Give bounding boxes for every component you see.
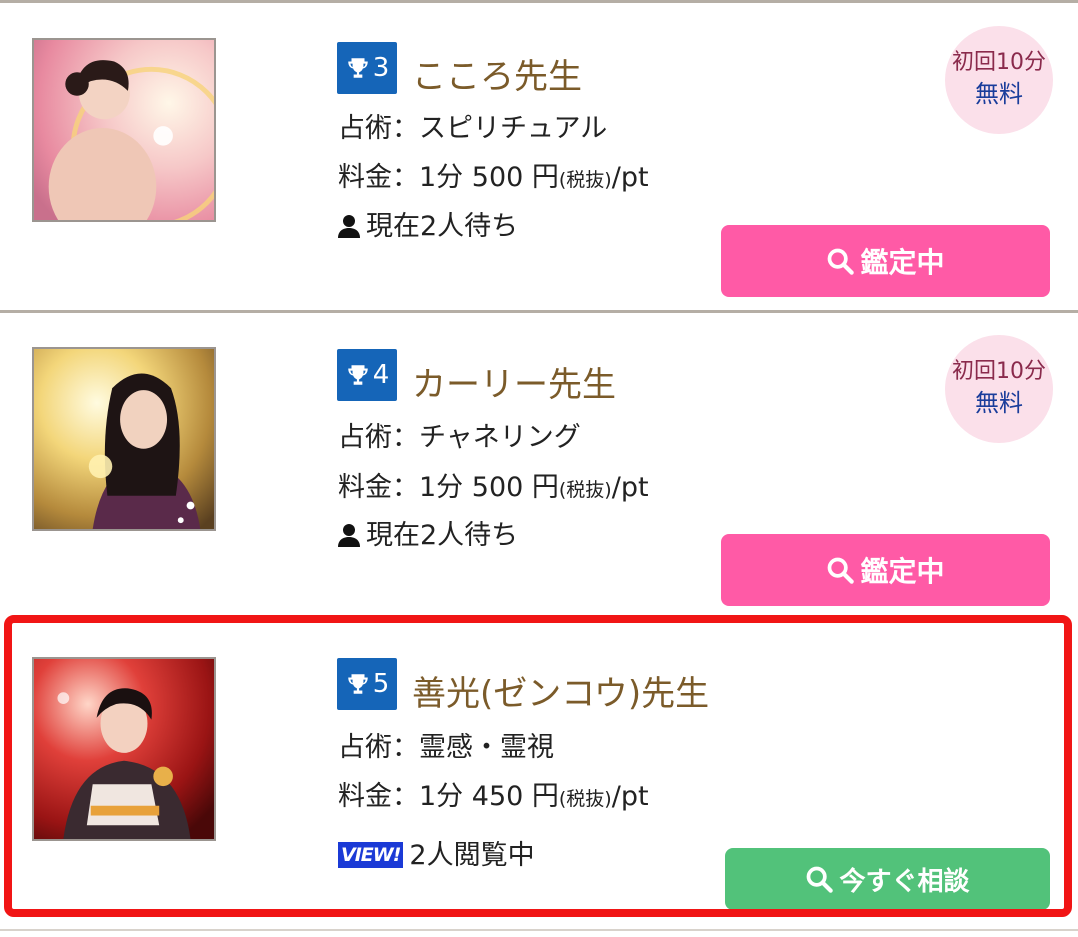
rank-number: 4	[372, 360, 390, 390]
highlight-outline	[4, 615, 1072, 917]
free-trial-duration: 初回10分	[952, 359, 1046, 384]
waiting-status: 現在2人待ち	[338, 513, 518, 552]
teller-name[interactable]: カーリー先生	[412, 357, 616, 406]
teller-photo[interactable]	[32, 38, 216, 222]
teller-name[interactable]: こころ先生	[412, 49, 582, 98]
fee-tax-note: (税抜)	[558, 479, 612, 501]
fee-info: 料金：1分 500 円(税抜)/pt	[338, 465, 649, 504]
teller-photo[interactable]	[32, 347, 216, 531]
in-session-button[interactable]: 鑑定中	[721, 225, 1050, 297]
in-session-button[interactable]: 鑑定中	[721, 534, 1050, 606]
waiting-count: 現在2人待ち	[366, 520, 519, 551]
free-trial-duration: 初回10分	[952, 50, 1046, 75]
person-icon	[338, 524, 360, 547]
free-label: 無料	[975, 80, 1023, 108]
trophy-icon	[347, 365, 368, 385]
divination-type: 占術：スピリチュアル	[338, 113, 608, 144]
person-icon	[338, 215, 360, 238]
fee-amount: 料金：1分 500 円	[338, 162, 559, 193]
fortune-teller-card[interactable]: 4 カーリー先生 占術：チャネリング 料金：1分 500 円(税抜)/pt 現在…	[0, 313, 1078, 613]
divination-type: 占術：チャネリング	[338, 422, 581, 453]
waiting-status: 現在2人待ち	[338, 204, 518, 243]
free-trial-badge: 初回10分 無料	[945, 335, 1053, 443]
search-icon	[828, 557, 855, 584]
fee-info: 料金：1分 500 円(税抜)/pt	[338, 155, 649, 194]
free-trial-badge: 初回10分 無料	[945, 26, 1053, 134]
rank-number: 3	[372, 53, 390, 83]
fee-unit: /pt	[611, 162, 649, 193]
button-label: 鑑定中	[860, 246, 945, 279]
search-icon	[828, 248, 855, 275]
waiting-count: 現在2人待ち	[366, 211, 519, 242]
fee-tax-note: (税抜)	[558, 169, 612, 191]
trophy-icon	[347, 58, 368, 78]
fee-amount: 料金：1分 500 円	[338, 472, 559, 503]
rank-badge: 4	[337, 349, 397, 401]
rank-badge: 3	[337, 42, 397, 94]
button-label: 鑑定中	[860, 555, 945, 588]
bottom-divider	[0, 929, 1078, 931]
free-label: 無料	[975, 389, 1023, 417]
fortune-teller-card[interactable]: 3 こころ先生 占術：スピリチュアル 料金：1分 500 円(税抜)/pt 現在…	[0, 3, 1078, 310]
fee-unit: /pt	[611, 472, 649, 503]
